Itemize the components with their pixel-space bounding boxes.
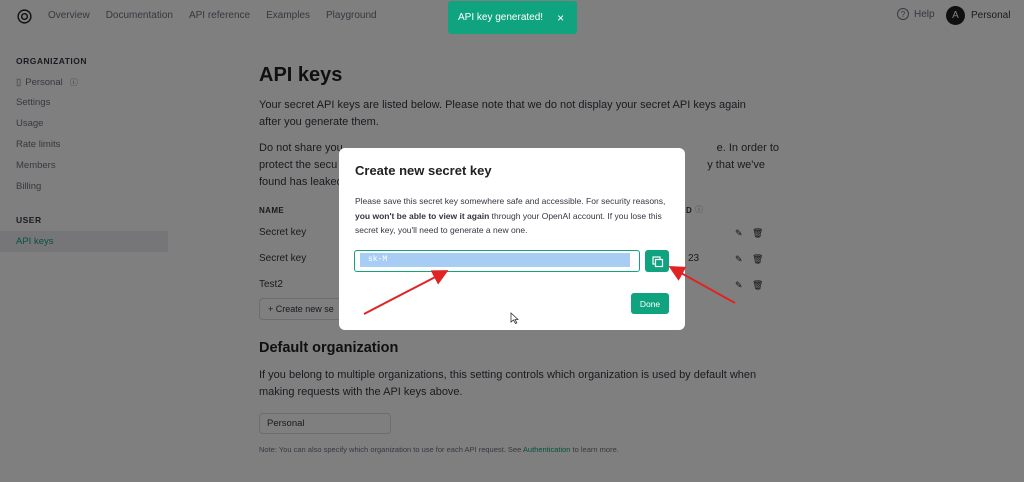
copy-button[interactable] xyxy=(645,250,669,272)
secret-key-field[interactable]: sk-M xyxy=(354,250,640,272)
secret-key-value: sk-M xyxy=(360,253,630,267)
close-icon[interactable]: × xyxy=(557,11,564,25)
modal-title: Create new secret key xyxy=(355,163,492,178)
copy-icon xyxy=(652,256,664,268)
modal-description: Please save this secret key somewhere sa… xyxy=(355,194,667,238)
toast-notification: API key generated! × xyxy=(448,1,577,34)
cursor-icon xyxy=(510,312,519,324)
modal-desc-pre: Please save this secret key somewhere sa… xyxy=(355,196,666,206)
modal-desc-bold: you won't be able to view it again xyxy=(355,210,490,221)
done-button[interactable]: Done xyxy=(631,293,669,314)
create-secret-key-modal: Create new secret key Please save this s… xyxy=(339,148,685,330)
toast-text: API key generated! xyxy=(458,12,544,23)
